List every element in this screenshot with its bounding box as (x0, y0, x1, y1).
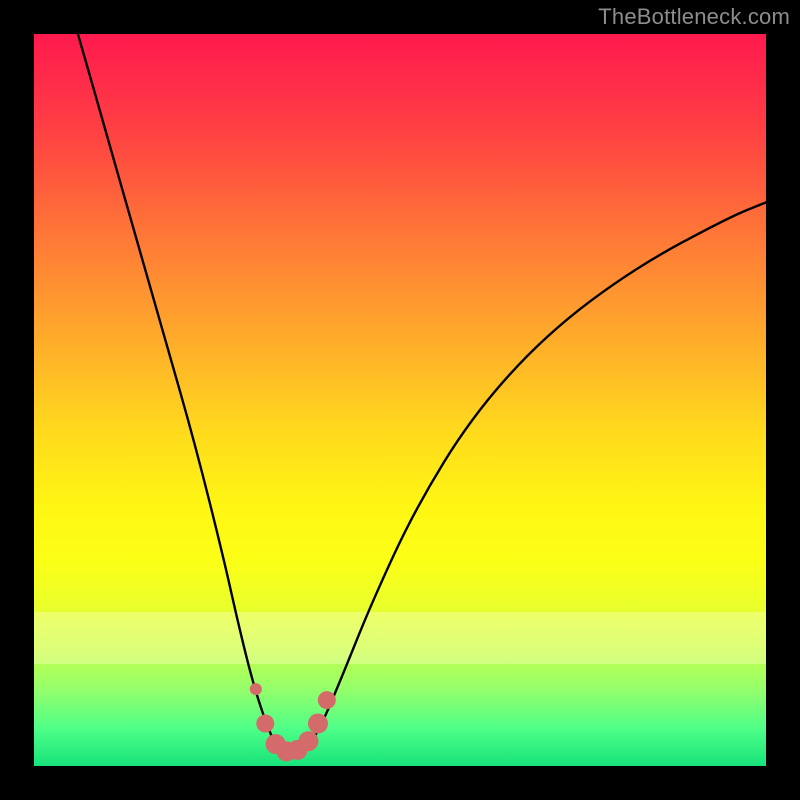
marker-group (250, 683, 336, 761)
outer-frame: TheBottleneck.com (0, 0, 800, 800)
plot-area (34, 34, 766, 766)
marker-point (308, 714, 328, 734)
bottleneck-curve-path (78, 34, 766, 754)
marker-point (250, 683, 262, 695)
curve-layer (34, 34, 766, 766)
marker-point (256, 715, 274, 733)
watermark-text: TheBottleneck.com (598, 4, 790, 30)
marker-point (299, 731, 319, 751)
marker-point (318, 691, 336, 709)
